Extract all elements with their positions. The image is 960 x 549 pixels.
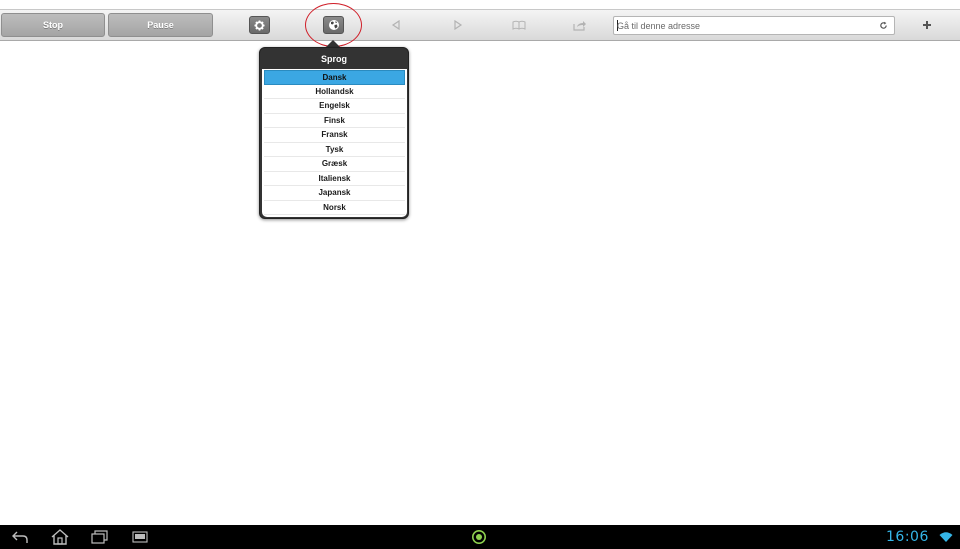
android-back-icon — [12, 531, 28, 543]
share-button[interactable] — [572, 17, 588, 33]
back-button[interactable] — [388, 17, 404, 33]
new-tab-button[interactable] — [919, 17, 935, 33]
notification-indicator[interactable] — [470, 528, 488, 546]
notification-icon — [472, 530, 486, 544]
address-input[interactable] — [617, 18, 872, 33]
popup-title: Sprog — [321, 53, 347, 64]
language-option-hollandsk[interactable]: Hollandsk — [264, 85, 405, 99]
address-bar[interactable] — [613, 16, 895, 35]
language-option-engelsk[interactable]: Engelsk — [264, 99, 405, 114]
system-navigation-bar: 16:06 — [0, 525, 960, 549]
language-option-italiensk[interactable]: Italiensk — [264, 172, 405, 186]
bookmarks-button[interactable] — [511, 17, 527, 33]
pause-button[interactable]: Pause — [108, 13, 213, 37]
gear-icon — [254, 19, 265, 31]
refresh-icon — [879, 21, 887, 29]
android-back-button[interactable] — [10, 528, 30, 546]
android-recent-apps-button[interactable] — [89, 528, 109, 546]
wifi-status — [938, 528, 954, 546]
forward-arrow-icon — [454, 20, 463, 30]
language-option-japansk[interactable]: Japansk — [264, 186, 405, 201]
language-option-dansk[interactable]: Dansk — [264, 70, 405, 85]
language-option-tysk[interactable]: Tysk — [264, 143, 405, 157]
language-option-graesk[interactable]: Græsk — [264, 157, 405, 172]
clock: 16:06 — [886, 529, 929, 545]
android-recent-apps-icon — [91, 530, 108, 544]
language-popup: Sprog Dansk Hollandsk Engelsk Finsk Fran… — [259, 47, 409, 219]
settings-button[interactable] — [249, 16, 270, 34]
android-home-button[interactable] — [49, 528, 71, 546]
android-home-icon — [51, 529, 69, 545]
usb-icon — [132, 531, 148, 543]
stop-button[interactable]: Stop — [1, 13, 105, 37]
language-list: Dansk Hollandsk Engelsk Finsk Fransk Tys… — [262, 69, 407, 217]
language-option-fransk[interactable]: Fransk — [264, 128, 405, 143]
refresh-button[interactable] — [877, 19, 889, 32]
forward-button[interactable] — [450, 17, 466, 33]
plus-icon — [923, 21, 931, 29]
browser-toolbar: Stop Pause — [0, 9, 960, 41]
language-option-finsk[interactable]: Finsk — [264, 114, 405, 128]
share-icon — [573, 20, 586, 31]
language-option-norsk[interactable]: Norsk — [264, 201, 405, 215]
back-arrow-icon — [391, 20, 400, 30]
usb-status — [131, 528, 149, 546]
bookmarks-icon — [512, 20, 526, 30]
wifi-icon — [939, 532, 953, 542]
